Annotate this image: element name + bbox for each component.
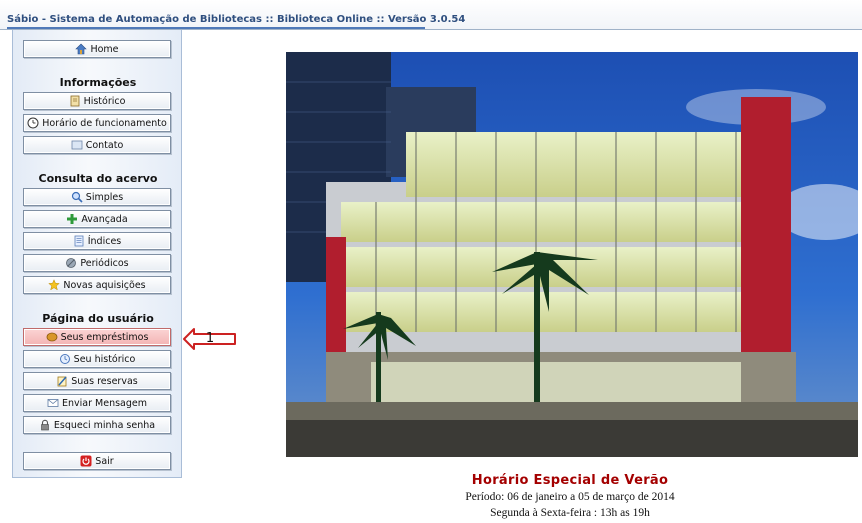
indices-button[interactable]: Índices	[23, 232, 171, 250]
loans-icon	[46, 331, 58, 343]
periodicals-icon	[65, 257, 77, 269]
indices-label: Índices	[87, 235, 122, 247]
enviar-mensagem-label: Enviar Mensagem	[62, 397, 147, 409]
advanced-search-icon	[66, 213, 78, 225]
special-hours-heading: Horário Especial de Verão	[471, 473, 669, 488]
contato-label: Contato	[85, 139, 124, 151]
search-icon	[71, 191, 83, 203]
simples-label: Simples	[85, 191, 124, 203]
novas-aquisicoes-button[interactable]: Novas aquisições	[23, 276, 171, 294]
lock-icon	[39, 419, 51, 431]
user-history-icon	[59, 353, 71, 365]
sidebar: Home Informações Histórico Horário de fu…	[12, 30, 182, 478]
sair-label: Sair	[95, 455, 114, 467]
suas-reservas-button[interactable]: Suas reservas	[23, 372, 171, 390]
title-bar: Sábio - Sistema de Automação de Bibliote…	[0, 0, 862, 30]
special-hours-period: Período: 06 de janeiro a 05 de março de …	[465, 491, 675, 503]
novas-aquisicoes-label: Novas aquisições	[63, 279, 146, 291]
seus-emprestimos-label: Seus empréstimos	[60, 331, 149, 343]
section-heading-informacoes: Informações	[59, 76, 137, 89]
historico-label: Histórico	[83, 95, 126, 107]
seu-historico-button[interactable]: Seu histórico	[23, 350, 171, 368]
avancada-label: Avançada	[81, 213, 128, 225]
suas-reservas-label: Suas reservas	[71, 375, 138, 387]
contato-button[interactable]: Contato	[23, 136, 171, 154]
reservations-icon	[56, 375, 68, 387]
power-icon	[80, 455, 92, 467]
horario-funcionamento-label: Horário de funcionamento	[42, 117, 167, 129]
window-title: Sábio - Sistema de Automação de Bibliote…	[7, 14, 466, 25]
star-icon	[48, 279, 61, 291]
simples-button[interactable]: Simples	[23, 188, 171, 206]
periodicos-label: Periódicos	[80, 257, 129, 269]
title-underline	[7, 27, 425, 29]
seu-historico-label: Seu histórico	[73, 353, 136, 365]
section-heading-pagina-usuario: Página do usuário	[42, 312, 154, 325]
esqueci-senha-button[interactable]: Esqueci minha senha	[23, 416, 171, 434]
historico-button[interactable]: Histórico	[23, 92, 171, 110]
enviar-mensagem-button[interactable]: Enviar Mensagem	[23, 394, 171, 412]
periodicos-button[interactable]: Periódicos	[23, 254, 171, 272]
index-icon	[73, 235, 85, 247]
history-icon	[69, 95, 81, 107]
callout-number: 1	[205, 331, 215, 346]
home-icon	[75, 43, 88, 55]
sair-button[interactable]: Sair	[23, 452, 171, 470]
home-button[interactable]: Home	[23, 40, 171, 58]
clock-icon	[27, 117, 39, 129]
seus-emprestimos-button[interactable]: Seus empréstimos	[23, 328, 171, 346]
special-hours-times: Segunda à Sexta-feira : 13h as 19h	[490, 507, 650, 519]
mail-icon	[47, 397, 59, 409]
horario-funcionamento-button[interactable]: Horário de funcionamento	[23, 114, 171, 132]
home-label: Home	[90, 43, 119, 55]
library-building-photo	[286, 52, 858, 457]
esqueci-senha-label: Esqueci minha senha	[53, 419, 156, 431]
section-heading-consulta: Consulta do acervo	[38, 172, 158, 185]
contact-icon	[71, 139, 83, 151]
avancada-button[interactable]: Avançada	[23, 210, 171, 228]
